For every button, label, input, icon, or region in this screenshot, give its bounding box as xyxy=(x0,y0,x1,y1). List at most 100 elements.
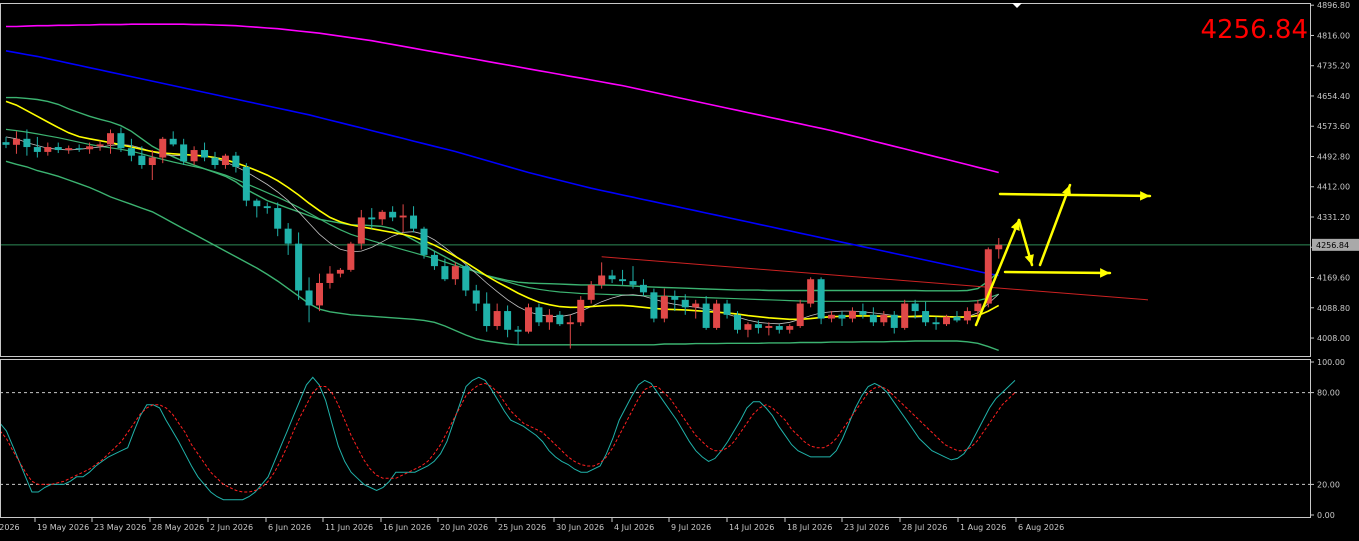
candle-body xyxy=(54,147,62,151)
candle-body xyxy=(775,326,783,330)
x-tick-label: 23 Jul 2026 xyxy=(844,523,889,532)
candle-body xyxy=(995,244,1003,250)
candle-body xyxy=(180,144,188,162)
candle-body xyxy=(86,146,94,150)
candle-body xyxy=(598,275,606,285)
candle-body xyxy=(263,206,271,209)
candle-body xyxy=(107,133,114,145)
candle-body xyxy=(336,269,344,274)
candle-body xyxy=(221,155,229,166)
candle-body xyxy=(629,281,637,285)
x-tick-label: 1 Aug 2026 xyxy=(960,523,1006,532)
y-tick-label: 4735.20 xyxy=(1317,62,1350,71)
x-tick-label: 28 May 2026 xyxy=(152,523,204,532)
x-tick-label: 14 Jul 2026 xyxy=(729,523,774,532)
candle-body xyxy=(786,326,794,330)
x-tick-label: 11 Jun 2026 xyxy=(325,523,373,532)
x-tick-label: 30 Jun 2026 xyxy=(556,523,604,532)
candle-body xyxy=(765,326,773,328)
candle-body xyxy=(671,296,679,300)
big-price-label: 4256.84 xyxy=(1200,15,1308,45)
osc-tick-label: 80.00 xyxy=(1317,389,1340,398)
x-tick-label: 20 Jun 2026 xyxy=(440,523,488,532)
osc-tick-label: 0.00 xyxy=(1317,511,1335,520)
candle-body xyxy=(619,279,627,282)
candle-body xyxy=(848,311,856,319)
candle-body xyxy=(305,290,313,306)
candle-body xyxy=(796,303,804,327)
chart-canvas: 4896.80 4816.00 4735.20 4654.40 4573.60 4492.… xyxy=(0,0,1359,537)
candle-body xyxy=(556,314,564,325)
y-tick-label: 4008.00 xyxy=(1317,334,1350,343)
candle-body xyxy=(211,157,219,166)
candle-body xyxy=(159,138,167,158)
candle-body xyxy=(232,155,240,167)
candle-body xyxy=(357,217,365,244)
candle-body xyxy=(75,148,83,150)
candle-body xyxy=(807,279,815,304)
candle-body xyxy=(702,303,710,328)
x-tick-label: y 2026 xyxy=(0,523,20,532)
candle-body xyxy=(577,299,585,323)
candle-body xyxy=(639,284,647,293)
candle-body xyxy=(33,147,41,152)
candle-body xyxy=(744,324,752,330)
candle-body xyxy=(963,311,971,321)
candle-body xyxy=(44,147,52,152)
candle-body xyxy=(838,314,846,319)
candle-body xyxy=(723,303,731,315)
y-tick-label: 4169.60 xyxy=(1317,274,1350,283)
current-price-tag-label: 4256.84 xyxy=(1316,241,1349,250)
candle-body xyxy=(566,322,574,325)
x-tick-label: 19 May 2026 xyxy=(37,523,89,532)
candle-body xyxy=(483,303,491,327)
candle-body xyxy=(650,292,658,319)
candle-body xyxy=(12,138,20,145)
candle-body xyxy=(859,311,867,315)
candle-body xyxy=(23,138,31,148)
candle-body xyxy=(734,314,741,330)
candle-body xyxy=(974,303,982,312)
candle-body xyxy=(253,200,261,207)
candle-body xyxy=(869,314,877,323)
y-tick-label: 4412.00 xyxy=(1317,183,1350,192)
osc-tick-label: 20.00 xyxy=(1317,480,1340,489)
chart-background xyxy=(0,0,1359,537)
x-tick-label: 4 Jul 2026 xyxy=(614,523,654,532)
x-tick-label: 18 Jul 2026 xyxy=(787,523,832,532)
candle-body xyxy=(201,150,209,158)
candle-body xyxy=(378,211,386,220)
x-tick-label: 28 Jul 2026 xyxy=(902,523,947,532)
candle-body xyxy=(451,266,459,280)
candle-body xyxy=(148,157,156,166)
candle-body xyxy=(901,303,909,328)
y-tick-label: 4896.80 xyxy=(1317,1,1350,10)
x-tick-label: 2 Jun 2026 xyxy=(210,523,253,532)
candle-body xyxy=(535,307,543,323)
candle-body xyxy=(943,316,950,325)
candle-body xyxy=(138,155,146,166)
candle-body xyxy=(284,228,292,244)
candle-body xyxy=(96,144,104,147)
arrow-right-lower xyxy=(1003,270,1112,275)
candle-body xyxy=(754,324,762,328)
candle-body xyxy=(169,138,177,145)
candle-body xyxy=(389,211,397,218)
candle-body xyxy=(2,142,10,145)
candle-body xyxy=(525,307,532,332)
candle-body xyxy=(127,148,135,156)
x-tick-label: 25 Jun 2026 xyxy=(498,523,546,532)
osc-tick-label: 100.00 xyxy=(1317,358,1345,367)
x-tick-label: 9 Jul 2026 xyxy=(671,523,711,532)
candle-body xyxy=(890,314,898,328)
candle-body xyxy=(190,150,198,162)
candle-body xyxy=(347,243,355,270)
candle-body xyxy=(441,266,449,280)
candle-body xyxy=(65,148,73,151)
y-tick-label: 4088.80 xyxy=(1317,304,1350,313)
candle-body xyxy=(817,279,825,319)
x-tick-label: 6 Jun 2026 xyxy=(268,523,311,532)
candle-body xyxy=(660,296,668,319)
candle-body xyxy=(472,290,480,304)
candle-body xyxy=(274,208,282,229)
